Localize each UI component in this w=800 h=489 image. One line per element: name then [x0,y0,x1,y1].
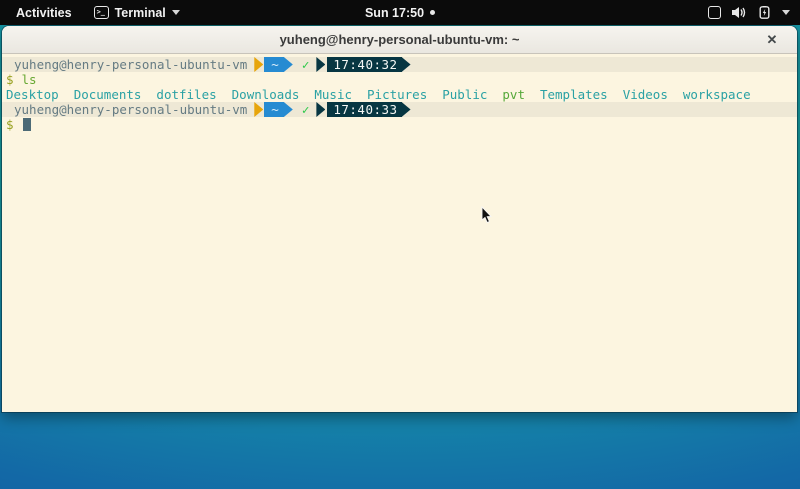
prompt-line: yuheng@henry-personal-ubuntu-vm ~ ✓ 17:4… [2,102,797,117]
activities-button[interactable]: Activities [12,4,76,22]
chevron-down-icon [172,10,180,15]
prompt-time: 17:40:33 [327,102,401,117]
dir-entry: Videos [623,87,668,102]
powerline-segments: ~ ✓ 17:40:32 [254,57,410,72]
prompt-symbol: $ [6,117,14,132]
battery-charging-icon [758,6,771,19]
dir-entry: Downloads [232,87,300,102]
prompt-symbol: $ [6,72,14,87]
gnome-top-bar: Activities >_ Terminal Sun 17:50 [0,0,800,25]
window-titlebar[interactable]: yuheng@henry-personal-ubuntu-vm: ~ ✕ [2,26,797,54]
dir-entry: Pictures [367,87,427,102]
powerline-segments: ~ ✓ 17:40:33 [254,102,410,117]
powerline-arrow-icon [316,57,325,72]
dir-entry: dotfiles [156,87,216,102]
close-icon[interactable]: ✕ [763,31,781,49]
notification-dot-icon [430,10,435,15]
system-status-area[interactable] [708,0,790,25]
dir-entry: Documents [74,87,142,102]
app-menu-terminal[interactable]: >_ Terminal [94,6,180,20]
input-line[interactable]: $ [2,117,797,132]
powerline-arrow-icon [254,102,263,117]
desktop: Activities >_ Terminal Sun 17:50 [0,0,800,489]
dir-entry: Templates [540,87,608,102]
terminal-window: yuheng@henry-personal-ubuntu-vm: ~ ✕ yuh… [2,26,797,412]
volume-icon [732,6,747,19]
powerline-arrow-icon [284,57,293,72]
prompt-cwd: ~ [264,102,284,117]
prompt-line: yuheng@henry-personal-ubuntu-vm ~ ✓ 17:4… [2,57,797,72]
clock[interactable]: Sun 17:50 [365,6,424,20]
dir-entry: Music [314,87,352,102]
status-check-icon: ✓ [302,102,310,117]
mouse-cursor-icon [481,206,493,224]
dir-entry: Public [442,87,487,102]
text-cursor-block [23,118,31,131]
prompt-time: 17:40:32 [327,57,401,72]
command-line: $ ls [2,72,797,87]
powerline-arrow-icon [284,102,293,117]
command-text: ls [22,72,37,87]
prompt-user: yuheng@henry-personal-ubuntu-vm [14,57,247,72]
app-menu-label: Terminal [115,6,166,20]
terminal-content[interactable]: yuheng@henry-personal-ubuntu-vm ~ ✓ 17:4… [2,54,797,411]
dir-entry: workspace [683,87,751,102]
powerline-arrow-icon [316,102,325,117]
dir-entry: Desktop [6,87,59,102]
display-icon [708,6,721,19]
window-title: yuheng@henry-personal-ubuntu-vm: ~ [280,32,520,47]
chevron-down-icon [782,10,790,15]
prompt-cwd: ~ [264,57,284,72]
terminal-icon: >_ [94,6,109,19]
prompt-user: yuheng@henry-personal-ubuntu-vm [14,102,247,117]
ls-output: Desktop Documents dotfiles Downloads Mus… [2,87,797,102]
powerline-arrow-icon [254,57,263,72]
powerline-arrow-icon [402,102,411,117]
powerline-arrow-icon [402,57,411,72]
dir-entry: pvt [502,87,525,102]
status-check-icon: ✓ [302,57,310,72]
